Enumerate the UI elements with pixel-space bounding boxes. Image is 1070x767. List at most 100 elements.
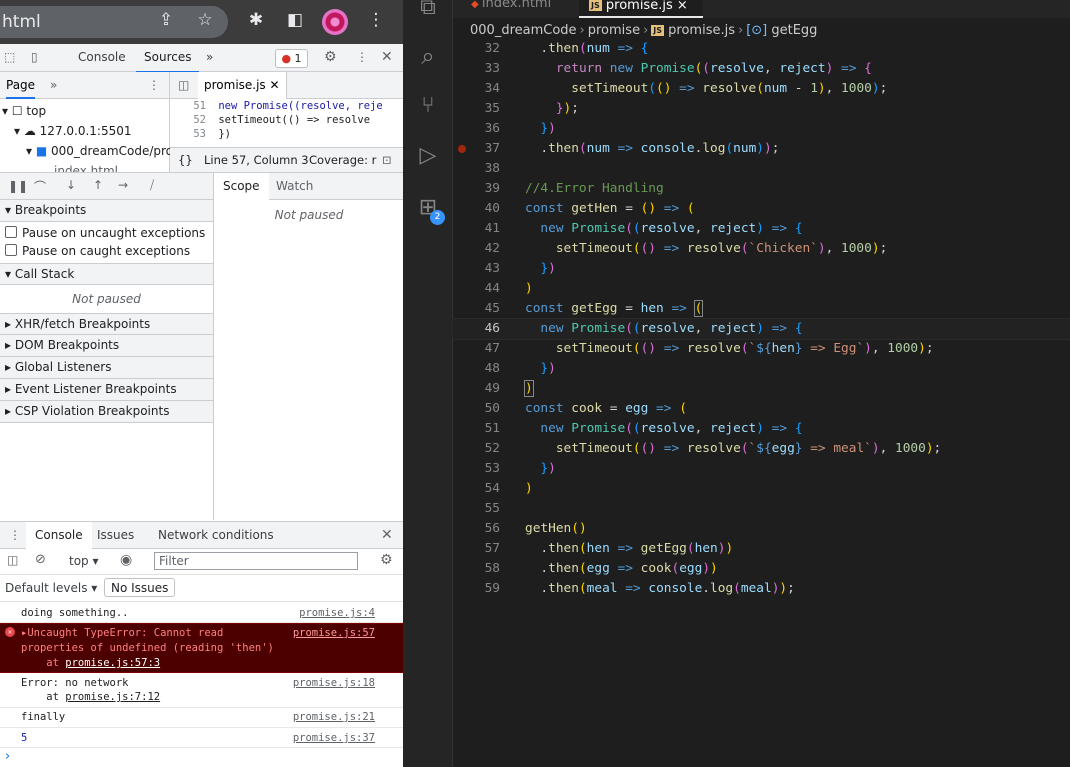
tree-item-top[interactable]: ▾ ☐ top (2, 101, 46, 121)
kebab-menu-icon[interactable]: ⋮ (356, 44, 368, 71)
code-line[interactable]: 58 .then(egg => cook(egg)) (453, 559, 1070, 579)
code-line[interactable]: 32 .then(num => { (453, 39, 1070, 59)
section-event-listener-breakpoints[interactable]: ▸ Event Listener Breakpoints (0, 379, 213, 401)
source-control-icon[interactable]: ⑂ (414, 92, 442, 120)
step-icon[interactable]: → (118, 178, 128, 192)
code-line[interactable]: 42 setTimeout(() => resolve(`Chicken`), … (453, 239, 1070, 259)
console-filter-input[interactable]: Filter (154, 552, 358, 570)
section-breakpoints[interactable]: ▾ Breakpoints (0, 200, 213, 222)
drawer-menu-icon[interactable]: ⋮ (9, 522, 21, 549)
breadcrumb-folder[interactable]: 000_dreamCode (470, 23, 577, 38)
breadcrumb-symbol[interactable]: getEgg (771, 23, 817, 38)
code-line[interactable]: 47 setTimeout(() => resolve(`${hen} => E… (453, 339, 1070, 359)
log-levels-dropdown[interactable]: Default levels ▾ (5, 581, 97, 595)
console-prompt[interactable]: › (5, 749, 10, 764)
stack-link[interactable]: promise.js:7:12 (65, 691, 160, 703)
step-over-icon[interactable]: ⌒ (34, 178, 46, 195)
tab-console[interactable]: Console (78, 44, 126, 71)
tab-page[interactable]: Page (6, 72, 36, 99)
tab-scope[interactable]: Scope (214, 173, 269, 200)
code-line[interactable]: 34 setTimeout(() => resolve(num - 1), 10… (453, 79, 1070, 99)
code-line[interactable]: 54) (453, 479, 1070, 499)
code-line[interactable]: 43 }) (453, 259, 1070, 279)
code-line[interactable]: 53 }) (453, 459, 1070, 479)
side-panel-icon[interactable]: ◧ (283, 10, 307, 30)
pause-icon[interactable]: ❚❚ (8, 179, 28, 193)
close-drawer-icon[interactable]: ✕ (381, 522, 393, 549)
console-message[interactable]: doing something.. promise.js:4 (0, 603, 403, 623)
section-csp-breakpoints[interactable]: ▸ CSP Violation Breakpoints (0, 401, 213, 423)
code-line[interactable]: 37 .then(num => console.log(num)); (453, 139, 1070, 159)
code-line[interactable]: 48 }) (453, 359, 1070, 379)
message-source-link[interactable]: promise.js:21 (293, 710, 375, 725)
code-line-current[interactable]: 46 new Promise((resolve, reject) => { (452, 318, 1070, 340)
tab-index-html[interactable]: ◆ index.html (461, 0, 561, 18)
section-global-listeners[interactable]: ▸ Global Listeners (0, 357, 213, 379)
section-xhr-breakpoints[interactable]: ▸ XHR/fetch Breakpoints (0, 313, 213, 335)
gear-icon[interactable]: ⚙ (324, 44, 337, 71)
pause-uncaught-checkbox[interactable]: Pause on uncaught exceptions (0, 224, 205, 242)
source-line[interactable]: 52 setTimeout(() => resolve (170, 114, 403, 127)
tab-promise-js[interactable]: JS promise.js × (579, 0, 703, 18)
code-line[interactable]: 49) (453, 379, 1070, 399)
console-error-message[interactable]: ✕ ▸Uncaught TypeError: Cannot read prope… (0, 623, 403, 673)
console-settings-icon[interactable]: ⚙ (380, 552, 393, 568)
source-line[interactable]: 53 }) (170, 128, 403, 141)
code-line[interactable]: 50 const cook = egg => ( (453, 399, 1070, 419)
message-source-link[interactable]: promise.js:18 (293, 676, 375, 691)
eye-icon[interactable]: ◉ (120, 552, 132, 568)
device-toggle-icon[interactable]: ▯ (31, 44, 38, 71)
extensions-icon[interactable]: ✱ (244, 10, 268, 30)
step-out-icon[interactable]: ↑ (93, 178, 103, 192)
code-line[interactable]: 51 new Promise((resolve, reject) => { (453, 419, 1070, 439)
close-tab-icon[interactable]: × (677, 0, 688, 13)
navigator-more-button[interactable]: » (50, 72, 57, 99)
clear-console-icon[interactable]: ⊘ (35, 552, 46, 567)
message-source-link[interactable]: promise.js:37 (293, 731, 375, 746)
editor-file-tab[interactable]: promise.js ✕ (198, 72, 287, 99)
drawer-tab-network-conditions[interactable]: Network conditions (158, 522, 274, 549)
section-call-stack[interactable]: ▾ Call Stack (0, 263, 213, 285)
code-line[interactable]: 40 const getHen = () => ( (453, 199, 1070, 219)
code-line[interactable]: 35 }); (453, 99, 1070, 119)
console-message[interactable]: finally promise.js:21 (0, 708, 403, 728)
share-icon[interactable]: ⇪ (154, 10, 178, 30)
code-line[interactable]: 41 new Promise((resolve, reject) => { (453, 219, 1070, 239)
tab-watch[interactable]: Watch (276, 173, 313, 200)
checkbox[interactable] (5, 226, 17, 238)
tree-item-folder[interactable]: ▾ ■ 000_dreamCode/pro (26, 141, 173, 161)
breadcrumb-subfolder[interactable]: promise (588, 23, 640, 38)
code-line[interactable]: 57 .then(hen => getEgg(hen)) (453, 539, 1070, 559)
code-editor[interactable]: 32 .then(num => { 33 return new Promise(… (452, 39, 1070, 609)
code-line[interactable]: 55 (453, 499, 1070, 519)
pause-caught-checkbox[interactable]: Pause on caught exceptions (0, 242, 190, 260)
close-devtools-icon[interactable]: ✕ (381, 44, 393, 71)
code-line[interactable]: 33 return new Promise((resolve, reject) … (453, 59, 1070, 79)
drawer-tab-issues[interactable]: Issues (97, 522, 134, 549)
step-into-icon[interactable]: ↓ (66, 178, 76, 192)
code-line[interactable]: 44) (453, 279, 1070, 299)
tree-item-host[interactable]: ▾ ☁ 127.0.0.1:5501 (14, 121, 132, 141)
code-line[interactable]: 52 setTimeout(() => resolve(`${egg} => m… (453, 439, 1070, 459)
star-icon[interactable]: ☆ (193, 10, 217, 30)
context-selector[interactable]: top ▾ (69, 554, 99, 568)
message-source-link[interactable]: promise.js:4 (299, 606, 375, 621)
toggle-debugger-icon[interactable]: ⊡ (382, 148, 392, 172)
code-line[interactable]: 45 const getEgg = hen => ( (453, 299, 1070, 319)
checkbox[interactable] (5, 244, 17, 256)
more-tabs-button[interactable]: » (206, 44, 213, 71)
search-icon[interactable]: ⌕ (414, 42, 442, 70)
code-line[interactable]: 38 (453, 159, 1070, 179)
inspect-icon[interactable]: ⬚ (4, 44, 15, 71)
code-line[interactable]: 59 .then(meal => console.log(meal)); (453, 579, 1070, 599)
drawer-tab-console[interactable]: Console (26, 522, 92, 549)
code-line[interactable]: 36 }) (453, 119, 1070, 139)
source-line[interactable]: 51 new Promise((resolve, reje (170, 100, 403, 113)
tree-item-file[interactable]: index.html (54, 161, 118, 172)
console-sidebar-icon[interactable]: ◫ (7, 553, 18, 567)
explorer-icon[interactable]: ⧉ (414, 0, 442, 22)
issues-button[interactable]: No Issues (104, 578, 176, 597)
error-count-badge[interactable]: ● 1 (275, 49, 308, 68)
deactivate-breakpoints-icon[interactable]: ⧸ (150, 178, 154, 193)
run-debug-icon[interactable]: ▷ (414, 142, 442, 170)
